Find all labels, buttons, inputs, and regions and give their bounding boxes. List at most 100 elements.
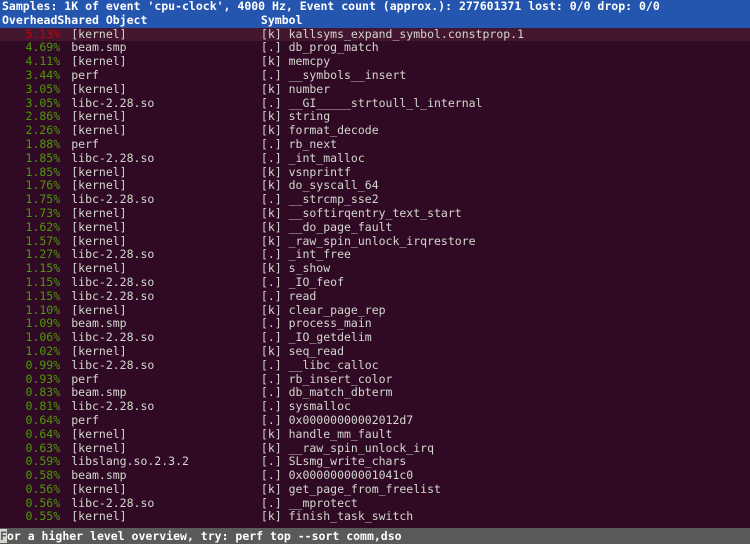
row-symbol-kind-marker: [k] — [260, 109, 282, 124]
row-shared-object: [kernel] — [71, 509, 127, 524]
row-shared-object: libc-2.28.so — [71, 274, 155, 289]
row-symbol-name: clear_page_rep — [288, 302, 386, 317]
row-symbol-name: _raw_spin_unlock_irqrestore — [288, 233, 476, 248]
column-header-overhead[interactable]: Overhead — [2, 14, 57, 28]
row-overhead-percent: 0.63% — [25, 440, 61, 455]
row-symbol-kind-marker: [.] — [260, 136, 282, 151]
report-row-list[interactable]: 5.13% [kernel] [k] kallsyms_expand_symbol.… — [0, 27, 750, 528]
row-symbol-kind-marker: [k] — [260, 426, 282, 441]
row-shared-object: perf — [71, 412, 99, 427]
row-shared-object: [kernel] — [71, 343, 127, 358]
row-symbol-kind-marker: [.] — [260, 40, 282, 55]
row-symbol-kind-marker: [k] — [260, 81, 282, 96]
table-row[interactable]: 2.86% [kernel] [k] string — [0, 109, 750, 124]
table-row[interactable]: 0.63% [kernel] [k] __raw_spin_unlock_irq — [0, 440, 750, 456]
row-symbol-kind-marker: [.] — [260, 150, 282, 165]
table-row[interactable]: 1.06% libc-2.28.so [.] _IO_getdelim — [0, 330, 750, 345]
table-row[interactable]: 1.02% [kernel] [k] seq_read — [0, 343, 750, 359]
row-shared-object: [kernel] — [71, 81, 127, 96]
row-shared-object: libc-2.28.so — [71, 399, 155, 414]
table-row[interactable]: 4.69% beam.smp [.] db_prog_match — [0, 40, 750, 55]
table-row[interactable]: 1.27% libc-2.28.so [.] _int_free — [0, 247, 750, 262]
row-symbol-kind-marker: [k] — [260, 164, 282, 179]
table-row[interactable]: 1.85% libc-2.28.so [.] _int_malloc — [0, 150, 750, 166]
table-row[interactable]: 0.59% libslang.so.2.3.2 [.] SLsmg_write_ch… — [0, 454, 750, 469]
row-symbol-name: __GI_____strtoull_l_internal — [288, 95, 483, 110]
table-row[interactable]: 0.99% libc-2.28.so [.] __libc_calloc — [0, 357, 750, 373]
table-row[interactable]: 0.64% [kernel] [k] handle_mm_fault — [0, 426, 750, 442]
row-symbol-kind-marker: [.] — [260, 330, 282, 345]
table-row[interactable]: 1.09% beam.smp [.] process_main — [0, 316, 750, 331]
row-symbol-name: read — [288, 288, 317, 303]
row-spacer — [60, 317, 71, 331]
row-overhead-percent: 0.59% — [25, 454, 61, 469]
row-overhead-percent: 1.02% — [25, 343, 61, 358]
table-row[interactable]: 1.57% [kernel] [k] _raw_spin_unlock_irqres… — [0, 233, 750, 249]
row-overhead-percent: 3.05% — [25, 95, 61, 110]
table-row[interactable]: 0.93% perf [.] rb_insert_color — [0, 372, 750, 387]
row-symbol-name: __softirqentry_text_start — [288, 205, 462, 220]
row-symbol-name: vsnprintf — [288, 164, 351, 179]
row-overhead-percent: 1.09% — [25, 316, 61, 331]
table-row[interactable]: 2.26% [kernel] [k] format_decode — [0, 123, 750, 138]
row-overhead-percent: 0.64% — [25, 412, 61, 427]
row-shared-object: [kernel] — [71, 440, 127, 455]
table-row[interactable]: 3.44% perf [.] __symbols__insert — [0, 67, 750, 83]
row-symbol-name: __strcmp_sse2 — [288, 192, 379, 207]
row-spacer — [60, 207, 71, 221]
row-spacer — [60, 483, 71, 497]
row-spacer — [60, 386, 71, 400]
row-symbol-kind-marker: [k] — [260, 54, 282, 69]
row-symbol-kind-marker: [.] — [260, 288, 282, 303]
row-symbol-name: SLsmg_write_chars — [288, 454, 407, 469]
table-row[interactable]: 1.85% [kernel] [k] vsnprintf — [0, 164, 750, 180]
table-row[interactable]: 1.75% libc-2.28.so [.] __strcmp_sse2 — [0, 192, 750, 207]
row-symbol-name: finish_task_switch — [288, 509, 414, 524]
row-symbol-name: __libc_calloc — [288, 357, 379, 372]
table-row[interactable]: 1.15% libc-2.28.so [.] _IO_feof — [0, 274, 750, 290]
row-symbol-name: __symbols__insert — [288, 67, 407, 82]
table-row[interactable]: 3.05% [kernel] [k] number — [0, 81, 750, 97]
table-row[interactable]: 1.73% [kernel] [k] __softirqentry_text_sta… — [0, 205, 750, 221]
table-row[interactable]: 0.83% beam.smp [.] db_match_dbterm — [0, 385, 750, 400]
table-row[interactable]: 0.64% perf [.] 0x00000000002012d7 — [0, 412, 750, 428]
row-symbol-kind-marker: [.] — [260, 247, 282, 262]
row-symbol-kind-marker: [.] — [260, 316, 282, 331]
column-header-shared-object[interactable]: Shared Object — [57, 14, 261, 28]
table-row[interactable]: 1.76% [kernel] [k] do_syscall_64 — [0, 178, 750, 193]
row-symbol-kind-marker: [k] — [260, 343, 282, 358]
table-row[interactable]: 5.13% [kernel] [k] kallsyms_expand_symbol.… — [0, 27, 750, 42]
row-spacer — [60, 262, 71, 276]
perf-report-terminal: Samples: 1K of event 'cpu-clock', 4000 H… — [0, 0, 750, 544]
table-row[interactable]: 0.58% beam.smp [.] 0x00000000001041c0 — [0, 468, 750, 483]
table-row[interactable]: 1.15% [kernel] [k] s_show — [0, 261, 750, 276]
row-symbol-name: db_match_dbterm — [288, 385, 393, 400]
row-symbol-name: _int_malloc — [288, 150, 365, 165]
row-overhead-percent: 2.86% — [25, 109, 61, 124]
row-overhead-percent: 0.55% — [25, 509, 61, 524]
table-row[interactable]: 0.56% [kernel] [k] get_page_from_freelist — [0, 481, 750, 497]
table-row[interactable]: 1.88% perf [.] rb_next — [0, 136, 750, 152]
row-shared-object: libc-2.28.so — [71, 247, 155, 262]
table-row[interactable]: 4.11% [kernel] [k] memcpy — [0, 54, 750, 69]
row-shared-object: [kernel] — [71, 54, 127, 69]
table-row[interactable]: 0.56% libc-2.28.so [.] __mprotect — [0, 496, 750, 511]
table-row[interactable]: 0.55% [kernel] [k] finish_task_switch — [0, 510, 750, 524]
table-row[interactable]: 1.15% libc-2.28.so [.] read — [0, 288, 750, 304]
row-symbol-kind-marker: [.] — [260, 274, 282, 289]
table-row[interactable]: 1.62% [kernel] [k] __do_page_fault — [0, 220, 750, 235]
row-shared-object: [kernel] — [71, 233, 127, 248]
row-overhead-percent: 1.75% — [25, 192, 61, 207]
table-row[interactable]: 0.81% libc-2.28.so [.] sysmalloc — [0, 399, 750, 414]
row-symbol-kind-marker: [.] — [260, 399, 282, 414]
row-symbol-kind-marker: [.] — [260, 192, 282, 207]
column-header-symbol[interactable]: Symbol — [261, 14, 303, 28]
table-row[interactable]: 3.05% libc-2.28.so [.] __GI_____strtoull_l… — [0, 95, 750, 111]
row-symbol-name: kallsyms_expand_symbol.constprop.1 — [288, 27, 525, 41]
row-spacer — [60, 455, 71, 469]
row-symbol-name: get_page_from_freelist — [288, 481, 441, 496]
row-spacer — [60, 166, 71, 180]
table-row[interactable]: 1.10% [kernel] [k] clear_page_rep — [0, 302, 750, 318]
row-symbol-kind-marker: [k] — [260, 178, 282, 193]
row-symbol-kind-marker: [k] — [260, 233, 282, 248]
